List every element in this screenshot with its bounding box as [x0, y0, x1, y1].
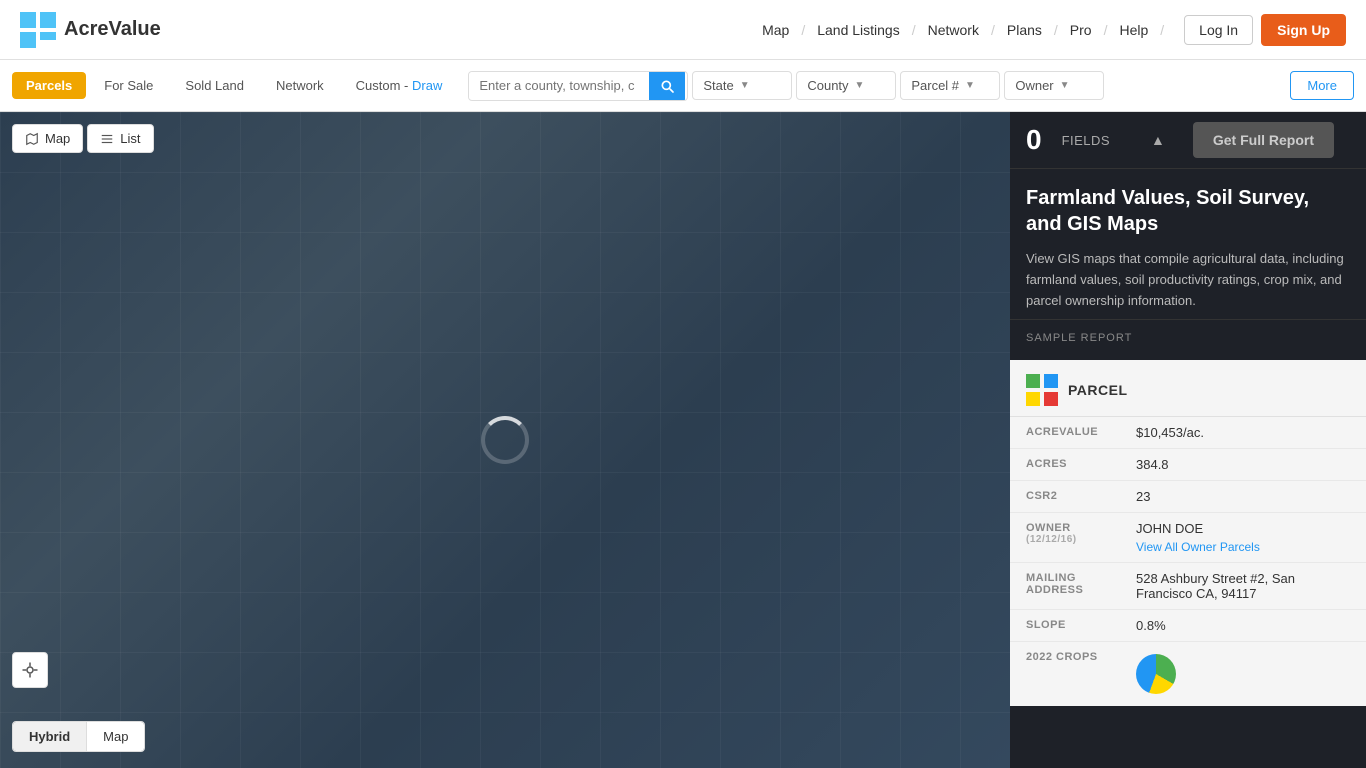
spinner-animation [481, 416, 529, 464]
map-view-button[interactable]: Map [12, 124, 83, 153]
owner-row: OWNER (12/12/16) JOHN DOE View All Owner… [1010, 513, 1366, 563]
nav-sep-4: / [1054, 22, 1058, 38]
location-button[interactable] [12, 652, 48, 688]
nav-plans[interactable]: Plans [999, 18, 1050, 42]
slope-row: SLOPE 0.8% [1010, 610, 1366, 642]
tab-for-sale[interactable]: For Sale [90, 72, 167, 99]
search-input[interactable] [469, 72, 649, 99]
header: AcreValue Map / Land Listings / Network … [0, 0, 1366, 60]
list-view-label: List [120, 131, 140, 146]
crops-pie-chart [1136, 654, 1176, 694]
more-button[interactable]: More [1290, 71, 1354, 100]
mailing-address-label: MAILING ADDRESS [1026, 571, 1136, 596]
panel-header: 0 FIELDS ▲ Get Full Report [1010, 112, 1366, 169]
owner-filter[interactable]: Owner ▼ [1004, 71, 1104, 100]
map-type-controls: Hybrid Map [12, 721, 145, 752]
crops-label: 2022 CROPS [1026, 650, 1136, 663]
parcel-filter[interactable]: Parcel # ▼ [900, 71, 1000, 100]
map-area[interactable]: Map List [0, 112, 1010, 768]
acres-row: ACRES 384.8 [1010, 449, 1366, 481]
nav-sep-3: / [991, 22, 995, 38]
tab-parcels[interactable]: Parcels [12, 72, 86, 99]
parcel-chevron-icon: ▼ [965, 80, 975, 91]
search-icon [659, 78, 675, 94]
mailing-address-value: 528 Ashbury Street #2, San Francisco CA,… [1136, 571, 1350, 601]
acrevalue-row: ACREVALUE $10,453/ac. [1010, 417, 1366, 449]
logo-icon [20, 12, 56, 48]
panel-description: View GIS maps that compile agricultural … [1026, 249, 1350, 311]
nav-help[interactable]: Help [1111, 18, 1156, 42]
map-view-controls: Map List [12, 124, 154, 153]
tab-sold-land[interactable]: Sold Land [171, 72, 258, 99]
slope-value: 0.8% [1136, 618, 1166, 633]
acrevalue-value: $10,453/ac. [1136, 425, 1204, 440]
county-filter[interactable]: County ▼ [796, 71, 896, 100]
logo-area: AcreValue [20, 12, 161, 48]
map-icon [25, 132, 39, 146]
login-button[interactable]: Log In [1184, 15, 1253, 45]
crops-row: 2022 CROPS [1010, 642, 1366, 706]
owner-label: OWNER (12/12/16) [1026, 521, 1136, 545]
tab-network[interactable]: Network [262, 72, 338, 99]
mailing-address-row: MAILING ADDRESS 528 Ashbury Street #2, S… [1010, 563, 1366, 610]
view-all-owner-parcels-link[interactable]: View All Owner Parcels [1136, 540, 1260, 554]
state-chevron-icon: ▼ [740, 80, 750, 91]
state-filter[interactable]: State ▼ [692, 71, 792, 100]
loading-spinner [481, 416, 529, 464]
acres-value: 384.8 [1136, 457, 1169, 472]
owner-date: (12/12/16) [1026, 534, 1136, 545]
owner-chevron-icon: ▼ [1060, 80, 1070, 91]
right-panel: 0 FIELDS ▲ Get Full Report Farmland Valu… [1010, 112, 1366, 768]
slope-label: SLOPE [1026, 618, 1136, 631]
map-view-label: Map [45, 131, 70, 146]
search-button[interactable] [649, 72, 685, 100]
parcel-header-label: PARCEL [1068, 382, 1128, 398]
hybrid-button[interactable]: Hybrid [13, 722, 87, 751]
map-type-button[interactable]: Map [87, 722, 144, 751]
county-chevron-icon: ▼ [855, 80, 865, 91]
crosshair-icon [21, 661, 39, 679]
nav-pro[interactable]: Pro [1062, 18, 1100, 42]
panel-title: Farmland Values, Soil Survey, and GIS Ma… [1026, 185, 1350, 237]
draw-label: Draw [412, 78, 442, 93]
sample-report-card: PARCEL ACREVALUE $10,453/ac. ACRES 384.8… [1010, 360, 1366, 706]
csr2-value: 23 [1136, 489, 1150, 504]
panel-title-section: Farmland Values, Soil Survey, and GIS Ma… [1010, 169, 1366, 319]
tab-custom-draw[interactable]: Custom - Draw [342, 72, 457, 99]
fields-count: 0 [1026, 124, 1042, 156]
signup-button[interactable]: Sign Up [1261, 14, 1346, 46]
csr2-label: CSR2 [1026, 489, 1136, 502]
nav-links: Map / Land Listings / Network / Plans / … [754, 18, 1164, 42]
nav-sep-1: / [801, 22, 805, 38]
parcel-card-header: PARCEL [1010, 360, 1366, 417]
collapse-button[interactable]: ▲ [1151, 132, 1165, 148]
list-icon [100, 132, 114, 146]
search-box [468, 71, 688, 101]
custom-label: Custom - [356, 78, 412, 93]
nav-sep-5: / [1104, 22, 1108, 38]
acrevalue-label: ACREVALUE [1026, 425, 1136, 438]
nav-sep-6: / [1160, 22, 1164, 38]
get-full-report-button[interactable]: Get Full Report [1193, 122, 1334, 158]
nav-network[interactable]: Network [920, 18, 987, 42]
owner-value: JOHN DOE [1136, 521, 1260, 536]
parcel-filter-label: Parcel # [911, 78, 959, 93]
fields-label: FIELDS [1062, 133, 1139, 148]
acres-label: ACRES [1026, 457, 1136, 470]
sample-report-label: SAMPLE REPORT [1010, 319, 1366, 352]
list-view-button[interactable]: List [87, 124, 153, 153]
nav-map[interactable]: Map [754, 18, 797, 42]
nav-land-listings[interactable]: Land Listings [809, 18, 908, 42]
map-background: Map List [0, 112, 1010, 768]
state-filter-label: State [703, 78, 733, 93]
toolbar: Parcels For Sale Sold Land Network Custo… [0, 60, 1366, 112]
nav-sep-2: / [912, 22, 916, 38]
main-content: Map List [0, 112, 1366, 768]
csr2-row: CSR2 23 [1010, 481, 1366, 513]
owner-filter-label: Owner [1015, 78, 1053, 93]
parcel-icon [1026, 374, 1058, 406]
county-filter-label: County [807, 78, 848, 93]
logo-text: AcreValue [64, 18, 161, 41]
